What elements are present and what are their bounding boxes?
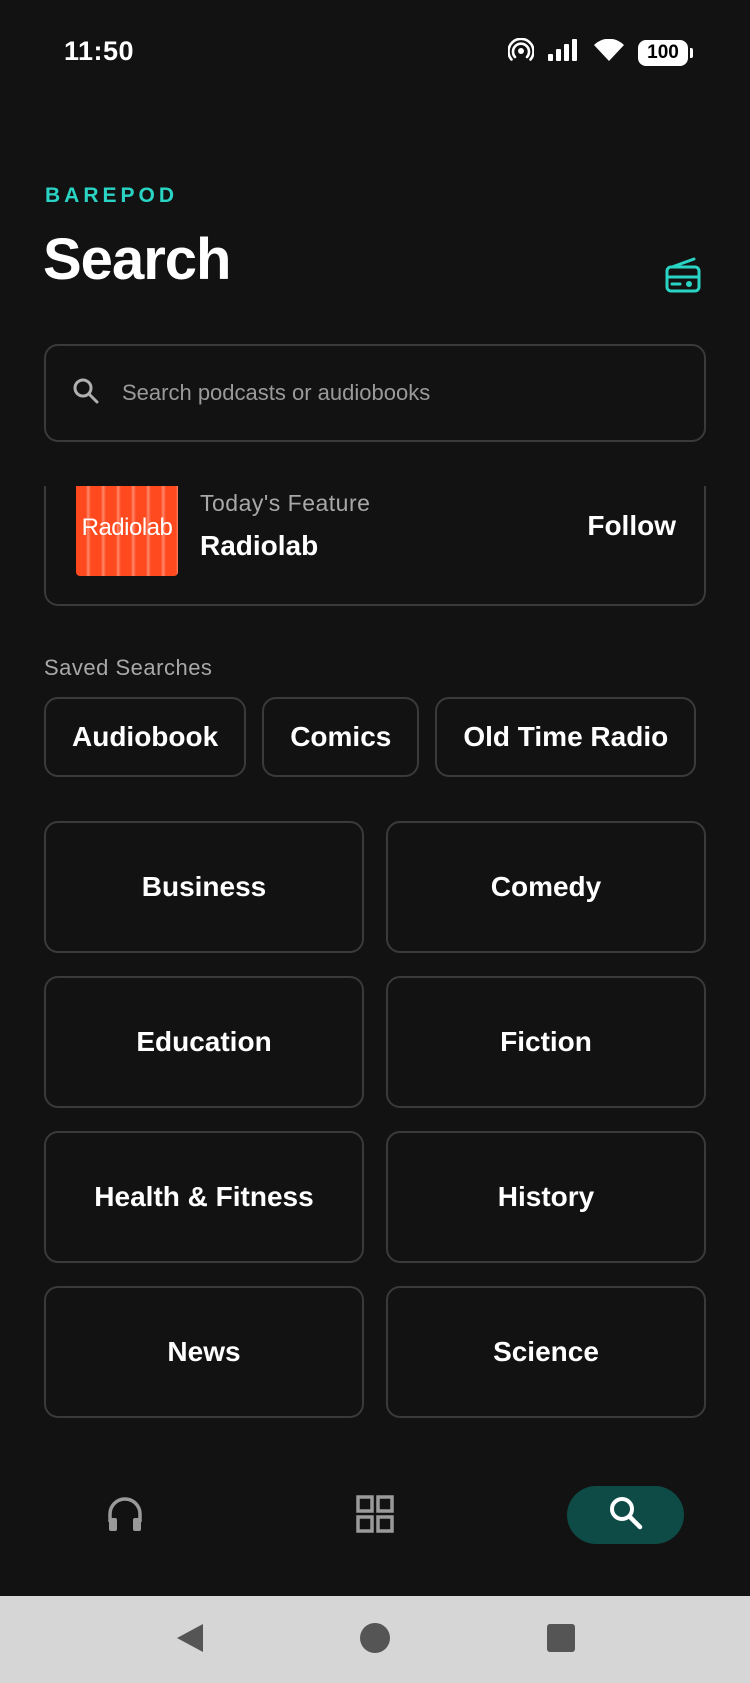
saved-searches-list: Audiobook Comics Old Time Radio (44, 697, 697, 777)
podcast-artwork[interactable]: Radiolab (76, 486, 178, 576)
nav-library[interactable] (100, 1486, 150, 1546)
back-icon (173, 1621, 207, 1660)
search-input[interactable] (122, 380, 642, 406)
feature-title[interactable]: Radiolab (200, 530, 318, 562)
headphones-icon (105, 1494, 145, 1539)
search-icon (72, 377, 104, 409)
wifi-icon (594, 38, 624, 66)
search-screen: 11:50 100 BAREPOD Search Search podcasts… (0, 0, 750, 1683)
recents-icon (545, 1622, 577, 1659)
radio-icon (664, 256, 702, 299)
artwork-title: Radiolab (81, 514, 173, 541)
signal-icon (548, 39, 580, 66)
follow-button[interactable]: Follow (587, 510, 676, 542)
category-tile-history[interactable]: History (386, 1131, 706, 1263)
battery-level: 100 (647, 41, 679, 63)
category-tile-business[interactable]: Business (44, 821, 364, 953)
bottom-nav (0, 1460, 750, 1596)
feature-card[interactable]: Radiolab Today's Feature Radiolab Follow (44, 486, 706, 606)
battery-indicator: 100 (638, 39, 693, 66)
brand-label: BAREPOD (45, 184, 179, 207)
saved-searches-label: Saved Searches (44, 655, 213, 680)
status-icons: 100 (507, 37, 693, 67)
search-icon (608, 1495, 644, 1536)
category-tile-health-fitness[interactable]: Health & Fitness (44, 1131, 364, 1263)
recents-button[interactable] (541, 1620, 581, 1660)
category-grid: Business Comedy Education Fiction Health… (44, 821, 706, 1418)
category-tile-news[interactable]: News (44, 1286, 364, 1418)
saved-search-chip[interactable]: Comics (262, 697, 420, 777)
hotspot-icon (507, 37, 535, 67)
feature-eyebrow: Today's Feature (200, 490, 371, 516)
home-icon (358, 1621, 392, 1660)
saved-search-chip[interactable]: Audiobook (44, 697, 247, 777)
system-nav-bar (0, 1596, 750, 1683)
category-tile-education[interactable]: Education (44, 976, 364, 1108)
page-title: Search (43, 227, 231, 292)
category-tile-comedy[interactable]: Comedy (386, 821, 706, 953)
status-time: 11:50 (64, 36, 135, 66)
status-bar: 11:50 100 (0, 0, 750, 100)
home-button[interactable] (355, 1620, 395, 1660)
back-button[interactable] (170, 1620, 210, 1660)
grid-icon (356, 1494, 394, 1538)
nav-search[interactable] (567, 1486, 684, 1544)
category-tile-fiction[interactable]: Fiction (386, 976, 706, 1108)
category-tile-science[interactable]: Science (386, 1286, 706, 1418)
nav-discover[interactable] (350, 1486, 400, 1546)
radio-button[interactable] (660, 254, 706, 300)
search-box[interactable] (44, 344, 706, 442)
saved-search-chip[interactable]: Old Time Radio (435, 697, 697, 777)
